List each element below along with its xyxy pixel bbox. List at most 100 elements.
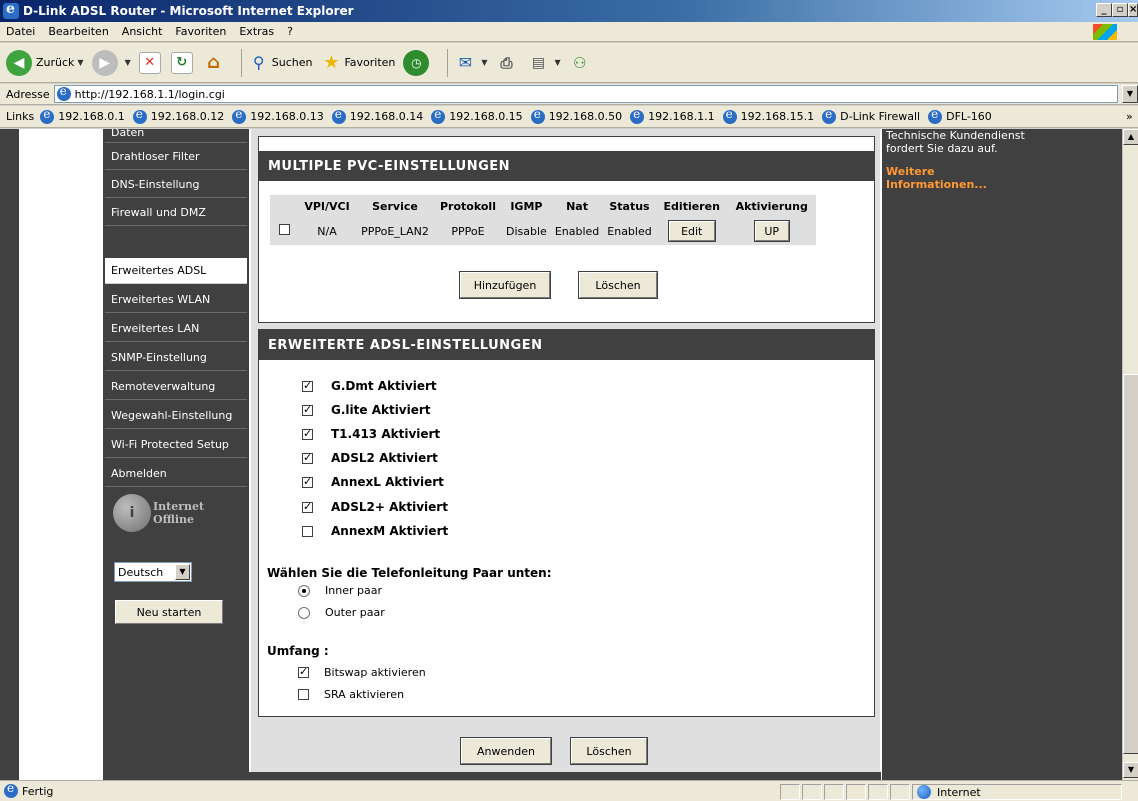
- link-item[interactable]: 192.168.0.12: [132, 107, 224, 124]
- adsl-section: ERWEITERTE ADSL-EINSTELLUNGEN G.Dmt Akti…: [258, 329, 875, 717]
- option-sra[interactable]: SRA aktivieren: [298, 688, 404, 701]
- link-icon: [630, 107, 645, 124]
- t1413-checkbox[interactable]: [302, 427, 313, 440]
- nav-item-wps[interactable]: Wi-Fi Protected Setup: [105, 432, 247, 458]
- option-bitswap[interactable]: Bitswap aktivieren: [298, 665, 426, 679]
- cell-vpi-vci: N/A: [298, 217, 356, 245]
- mail-button[interactable]: ✉ ▼: [454, 52, 488, 74]
- option-annexm[interactable]: AnnexM Aktiviert: [302, 524, 448, 538]
- print-button[interactable]: ⎙: [496, 52, 520, 74]
- back-button[interactable]: ◀ Zurück ▼: [6, 49, 84, 76]
- scope-title: Umfang :: [267, 644, 329, 658]
- address-input[interactable]: http://192.168.1.1/login.cgi: [53, 84, 1118, 103]
- menu-extras[interactable]: Extras: [239, 25, 274, 38]
- refresh-button[interactable]: ↻: [170, 51, 195, 74]
- pvc-row-checkbox[interactable]: [278, 224, 290, 235]
- up-button[interactable]: UP: [753, 220, 790, 242]
- link-item[interactable]: 192.168.1.1: [630, 107, 715, 124]
- edit-button[interactable]: Edit: [667, 220, 716, 242]
- adsl2-label: ADSL2 Aktiviert: [331, 451, 438, 465]
- nav-item-erweitertes-wlan[interactable]: Erweitertes WLAN: [105, 287, 247, 313]
- radio-outer-pair[interactable]: Outer paar: [298, 606, 385, 619]
- menu-ansicht[interactable]: Ansicht: [122, 25, 163, 38]
- nav-item-firewall[interactable]: Firewall und DMZ: [105, 200, 247, 226]
- link-icon: [822, 107, 837, 124]
- delete-pvc-button[interactable]: Löschen: [578, 271, 658, 299]
- glite-checkbox[interactable]: [302, 403, 313, 416]
- option-gdmt[interactable]: G.Dmt Aktiviert: [302, 379, 437, 393]
- option-glite[interactable]: G.lite Aktiviert: [302, 403, 431, 417]
- nav-item-daten[interactable]: Daten: [105, 129, 247, 143]
- option-adsl2[interactable]: ADSL2 Aktiviert: [302, 451, 438, 465]
- adsl2-checkbox[interactable]: [302, 451, 313, 464]
- close-button[interactable]: ×: [1128, 3, 1138, 17]
- forward-button[interactable]: ▶ ▼: [91, 49, 131, 76]
- outer-pair-radio[interactable]: [298, 606, 310, 619]
- more-info-link[interactable]: Weitere Informationen...: [886, 165, 1030, 191]
- table-row: N/A PPPoE_LAN2 PPPoE Disable Enabled Ena…: [270, 217, 816, 245]
- stop-button[interactable]: ✕: [138, 51, 163, 74]
- delete-button[interactable]: Löschen: [570, 737, 648, 765]
- links-label: Links: [6, 110, 35, 123]
- menu-datei[interactable]: Datei: [6, 25, 35, 38]
- scroll-up-icon[interactable]: ▲: [1123, 129, 1138, 145]
- menu-favoriten[interactable]: Favoriten: [175, 25, 226, 38]
- back-label: Zurück: [36, 56, 75, 69]
- nav-item-erweitertes-adsl[interactable]: Erweitertes ADSL: [105, 258, 247, 284]
- link-item[interactable]: 192.168.0.1: [40, 107, 125, 124]
- nav-item-wegewahl[interactable]: Wegewahl-Einstellung: [105, 403, 247, 429]
- option-annexl[interactable]: AnnexL Aktiviert: [302, 475, 444, 489]
- address-dropdown-icon[interactable]: ▼: [1122, 85, 1138, 103]
- address-label: Adresse: [6, 87, 50, 101]
- nav-item-abmelden[interactable]: Abmelden: [105, 461, 247, 487]
- option-t1413[interactable]: T1.413 Aktiviert: [302, 427, 440, 441]
- link-item[interactable]: D-Link Firewall: [822, 107, 920, 124]
- link-item[interactable]: 192.168.0.14: [331, 107, 423, 124]
- scroll-down-icon[interactable]: ▼: [1123, 762, 1138, 778]
- option-adsl2plus[interactable]: ADSL2+ Aktiviert: [302, 500, 448, 514]
- annexm-checkbox[interactable]: [302, 525, 313, 537]
- maximize-button[interactable]: ▫: [1112, 3, 1128, 17]
- sra-checkbox[interactable]: [298, 689, 309, 700]
- back-arrow-icon: ◀: [6, 49, 32, 76]
- link-item[interactable]: 192.168.0.50: [530, 107, 622, 124]
- toolbar: ◀ Zurück ▼ ▶ ▼ ✕ ↻ ⌂ ⚲ Suchen ★ Favoriten …: [0, 43, 1138, 83]
- annexl-checkbox[interactable]: [302, 475, 313, 488]
- vertical-scrollbar[interactable]: ▲ ▼: [1122, 129, 1138, 780]
- bitswap-checkbox[interactable]: [298, 665, 309, 678]
- nav-item-snmp[interactable]: SNMP-Einstellung: [105, 345, 247, 371]
- glite-label: G.lite Aktiviert: [331, 403, 431, 417]
- scroll-thumb[interactable]: [1123, 374, 1138, 754]
- radio-inner-pair[interactable]: Inner paar: [298, 584, 382, 597]
- home-button[interactable]: ⌂: [203, 52, 227, 74]
- edit-page-icon: ▤: [531, 54, 546, 71]
- link-item[interactable]: 192.168.15.1: [722, 107, 814, 124]
- help-column: Technische Kundendienst fordert Sie dazu…: [882, 129, 1034, 780]
- cell-igmp: Disable: [502, 217, 551, 245]
- history-icon: ◷: [403, 49, 430, 76]
- edit-button[interactable]: ▤ ▼: [528, 52, 561, 74]
- link-item[interactable]: DFL-160: [928, 107, 992, 124]
- search-button[interactable]: ⚲ Suchen: [248, 52, 313, 74]
- link-item[interactable]: 192.168.0.13: [232, 107, 324, 124]
- language-select[interactable]: Deutsch ▼: [114, 562, 192, 582]
- nav-item-remoteverwaltung[interactable]: Remoteverwaltung: [105, 374, 247, 400]
- nav-item-drahtloser-filter[interactable]: Drahtloser Filter: [105, 144, 247, 170]
- link-item[interactable]: 192.168.0.15: [431, 107, 523, 124]
- history-button[interactable]: ◷: [403, 49, 433, 76]
- apply-button[interactable]: Anwenden: [460, 737, 552, 765]
- window-title-bar: D-Link ADSL Router - Microsoft Internet …: [0, 0, 1138, 22]
- adsl2plus-checkbox[interactable]: [302, 500, 313, 513]
- restart-button[interactable]: Neu starten: [114, 599, 224, 625]
- menu-help[interactable]: ?: [287, 25, 293, 38]
- nav-item-dns[interactable]: DNS-Einstellung: [105, 172, 247, 198]
- add-button[interactable]: Hinzufügen: [459, 271, 551, 299]
- messenger-button[interactable]: ⚇: [569, 52, 593, 74]
- nav-item-erweitertes-lan[interactable]: Erweitertes LAN: [105, 316, 247, 342]
- inner-pair-radio[interactable]: [298, 584, 310, 597]
- menu-bearbeiten[interactable]: Bearbeiten: [48, 25, 108, 38]
- gdmt-checkbox[interactable]: [302, 379, 313, 392]
- links-overflow-button[interactable]: »: [1126, 110, 1133, 123]
- minimize-button[interactable]: _: [1096, 3, 1112, 17]
- favorites-button[interactable]: ★ Favoriten: [320, 52, 395, 74]
